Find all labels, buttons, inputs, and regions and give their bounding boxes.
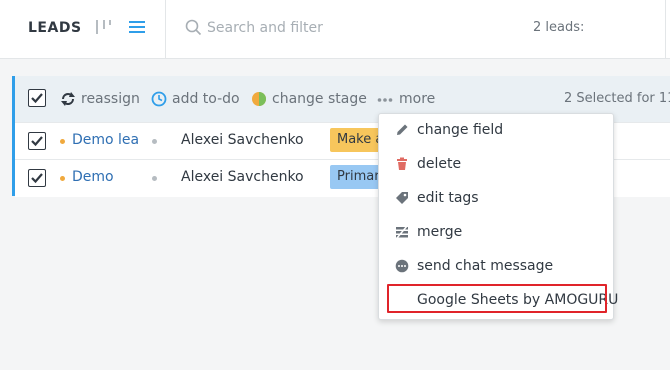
- stage-badge: Primary: [330, 165, 385, 189]
- clock-icon: [151, 91, 167, 107]
- lead-status-dot: [60, 139, 65, 144]
- divider: [165, 0, 166, 58]
- list-view-icon[interactable]: [128, 19, 146, 35]
- tag-icon: [396, 192, 408, 204]
- responsible-user: Alexei Savchenko: [181, 132, 304, 148]
- chat-icon: [395, 259, 409, 273]
- select-all-checkbox[interactable]: [28, 89, 46, 107]
- stage-badge: Make a: [330, 128, 385, 152]
- search-icon: [185, 19, 202, 36]
- menu-item-label: send chat message: [417, 258, 554, 274]
- menu-item-label: delete: [417, 156, 462, 172]
- add-todo-button[interactable]: add to-do: [172, 91, 240, 107]
- checkmark-icon: [31, 93, 43, 104]
- change-stage-button[interactable]: change stage: [272, 91, 367, 107]
- responsible-user: Alexei Savchenko: [181, 169, 304, 185]
- menu-item-delete[interactable]: delete: [379, 148, 613, 182]
- menu-item-send-chat-message[interactable]: send chat message: [379, 250, 613, 284]
- lead-name-link[interactable]: Demo lead: [72, 132, 139, 148]
- more-dots-icon: [377, 98, 393, 102]
- stage-icon: [252, 92, 266, 106]
- search-input[interactable]: [207, 17, 497, 39]
- menu-item-edit-tags[interactable]: edit tags: [379, 182, 613, 216]
- menu-item-label: merge: [417, 224, 463, 240]
- reassign-icon: [61, 92, 75, 106]
- lead-name-link[interactable]: Demo: [72, 169, 139, 185]
- menu-item-label: edit tags: [417, 190, 479, 206]
- leads-count: 2 leads:: [533, 20, 585, 35]
- pencil-icon: [397, 124, 408, 135]
- selection-count: 2 Selected for 11: [564, 91, 670, 106]
- divider: [665, 0, 666, 58]
- lead-status-dot: [60, 176, 65, 181]
- menu-item-label: change field: [417, 122, 504, 138]
- page-title: LEADS: [28, 20, 82, 36]
- menu-item-change-field[interactable]: change field: [379, 114, 613, 148]
- top-bar: LEADS 2 leads:: [0, 0, 670, 59]
- highlight-box: [387, 284, 607, 313]
- checkmark-icon: [31, 136, 43, 147]
- row-checkbox[interactable]: [28, 169, 46, 187]
- menu-item-merge[interactable]: merge: [379, 216, 613, 250]
- separator-dot: [152, 139, 157, 144]
- checkmark-icon: [31, 173, 43, 184]
- row-checkbox[interactable]: [28, 132, 46, 150]
- pipeline-view-icon[interactable]: [95, 18, 113, 36]
- trash-icon: [397, 157, 407, 170]
- reassign-button[interactable]: reassign: [81, 91, 140, 107]
- merge-icon: [396, 225, 408, 239]
- separator-dot: [152, 176, 157, 181]
- more-button[interactable]: more: [399, 91, 435, 107]
